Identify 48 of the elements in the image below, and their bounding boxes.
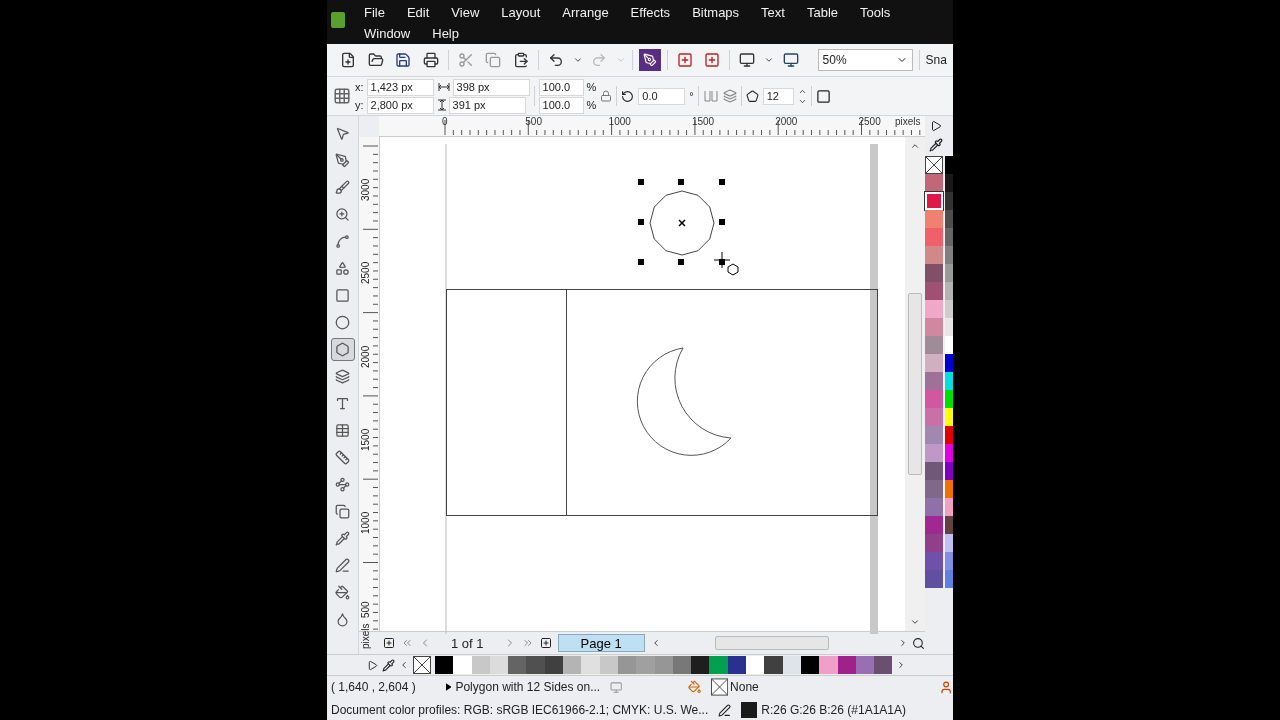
- ruler-label: 500: [360, 600, 371, 618]
- menu-item[interactable]: Help: [421, 26, 470, 41]
- page-tab[interactable]: Page 1: [557, 634, 645, 652]
- ruler-label: 500: [525, 116, 542, 127]
- menu-item[interactable]: Layout: [490, 5, 552, 20]
- scale-y-field[interactable]: 100.0: [538, 96, 584, 114]
- width-field[interactable]: 398 px: [452, 78, 530, 96]
- menu-item[interactable]: View: [440, 5, 491, 20]
- outline-color-label: R:26 G:26 B:26 (#1A1A1A): [761, 703, 906, 717]
- menu-item[interactable]: Edit: [395, 5, 441, 20]
- height-field[interactable]: 391 px: [448, 96, 526, 114]
- snap-label[interactable]: Sna: [925, 53, 947, 67]
- menu-item[interactable]: Text: [750, 5, 796, 20]
- ruler-label: 0: [442, 116, 448, 127]
- ruler-label: 2500: [858, 116, 881, 127]
- ruler-label: 1500: [691, 116, 715, 127]
- zoom-dropdown[interactable]: 50%: [817, 49, 913, 71]
- object-info: Polygon with 12 Sides on...: [455, 680, 601, 694]
- x-field[interactable]: 1,423 px: [366, 78, 434, 96]
- ruler-label: 2000: [775, 116, 798, 127]
- ruler-label: 1500: [360, 428, 371, 451]
- percent-label: %: [586, 99, 597, 111]
- menu-item[interactable]: Window: [353, 26, 422, 41]
- degree-label: °: [689, 90, 694, 102]
- scale-x-field[interactable]: 100.0: [538, 78, 584, 96]
- ruler-label: 2000: [360, 345, 371, 368]
- x-label: x:: [355, 81, 364, 93]
- menu-item[interactable]: Bitmaps: [681, 5, 751, 20]
- ruler-label: 1000: [608, 116, 631, 127]
- percent-label: %: [586, 81, 597, 93]
- ruler-label: 1000: [360, 511, 371, 535]
- ruler-unit: pixels: [360, 623, 371, 649]
- y-label: y:: [355, 99, 364, 111]
- y-field[interactable]: 2,800 px: [366, 96, 434, 114]
- menu-item[interactable]: Arrange: [551, 5, 620, 20]
- cursor-coordinates: ( 1,640 , 2,604 ): [331, 680, 417, 694]
- page-count: 1 of 1: [450, 635, 485, 651]
- menu-item[interactable]: File: [353, 5, 396, 20]
- menu-item[interactable]: Table: [795, 5, 849, 20]
- ruler-label: 2500: [360, 262, 371, 285]
- fill-label: None: [730, 680, 759, 694]
- ruler-label: 3000: [360, 178, 371, 201]
- menu-item[interactable]: Effects: [619, 5, 682, 20]
- sides-field[interactable]: 12: [762, 87, 794, 105]
- ruler-unit: pixels: [895, 116, 921, 127]
- angle-field[interactable]: 0.0: [638, 87, 686, 105]
- menu-item[interactable]: Tools: [849, 5, 902, 20]
- color-profiles: Document color profiles: RGB: sRGB IEC61966-2.1; CMYK: U.S. We...: [331, 703, 709, 717]
